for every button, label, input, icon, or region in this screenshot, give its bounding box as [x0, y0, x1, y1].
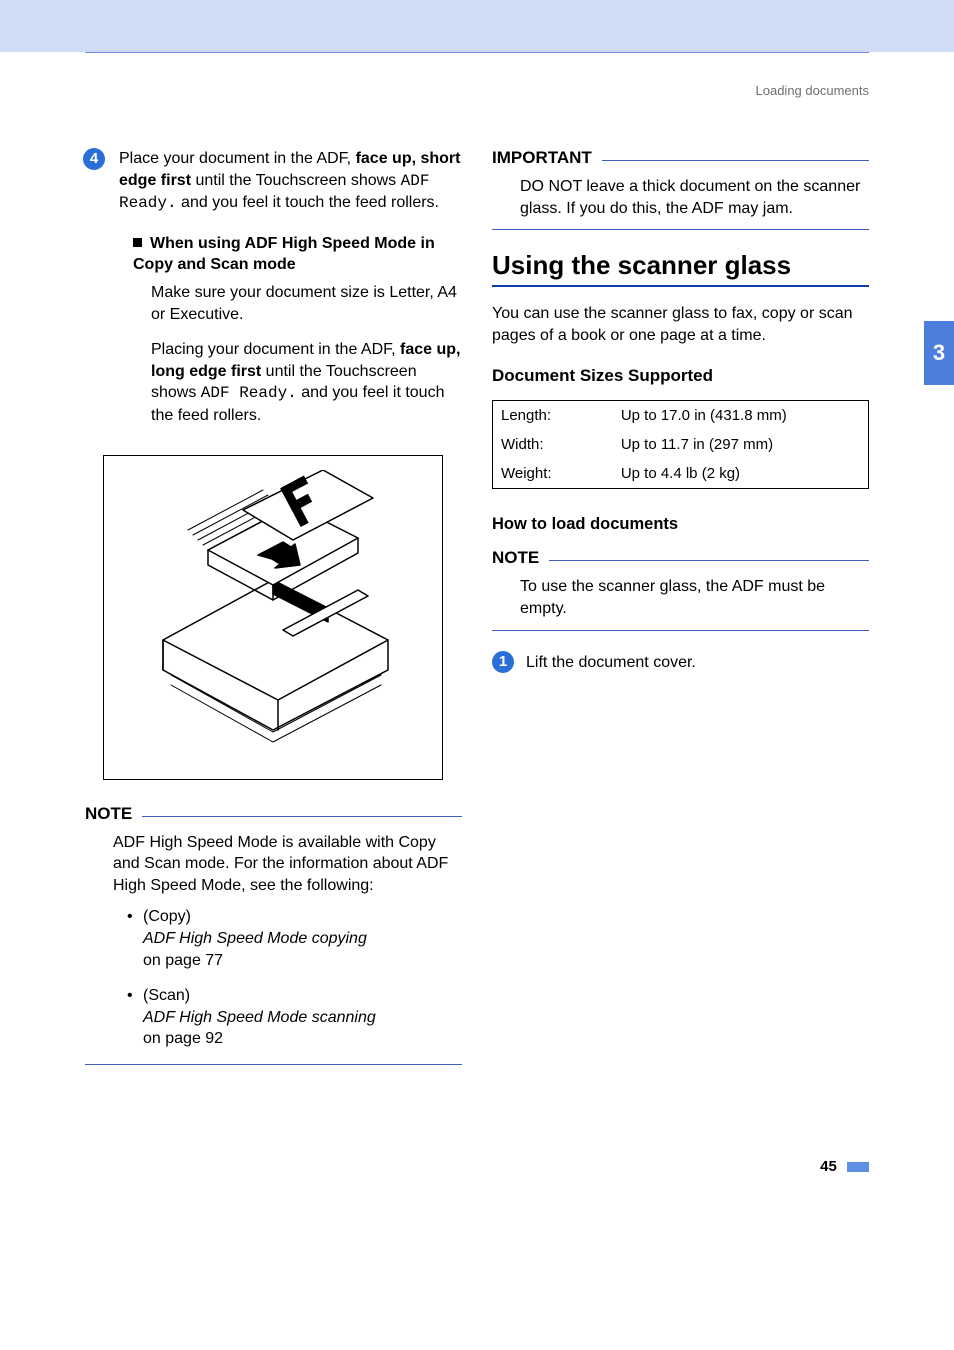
table-cell-key: Length:: [493, 401, 613, 431]
table-cell-value: Up to 17.0 in (431.8 mm): [613, 401, 869, 431]
chapter-tab: 3: [924, 321, 954, 385]
callout-rule: [85, 1064, 462, 1065]
callout-rule: [492, 229, 869, 230]
text: on page 92: [143, 1030, 223, 1047]
printer-svg-icon: [123, 470, 423, 765]
top-bar: [0, 0, 954, 52]
text-italic: ADF High Speed Mode copying: [143, 930, 367, 947]
text-mono: ADF Ready.: [201, 384, 297, 402]
page-number-tick-icon: [847, 1162, 869, 1172]
sub-heading: When using ADF High Speed Mode in Copy a…: [133, 233, 462, 276]
subsection-heading: How to load documents: [492, 515, 869, 534]
step-4-body: Place your document in the ADF, face up,…: [119, 148, 462, 427]
table-row: Weight: Up to 4.4 lb (2 kg): [493, 459, 869, 489]
text: and you feel it touch the feed rollers.: [177, 194, 439, 211]
page-content: Loading documents 4 Place your document …: [0, 53, 954, 1265]
footer: 45: [85, 1145, 869, 1205]
sub-title: When using ADF High Speed Mode in Copy a…: [133, 235, 435, 274]
callout-rule: [492, 630, 869, 631]
step-1-body: Lift the document cover.: [526, 651, 869, 674]
callout-rule: [142, 816, 462, 817]
list-item: (Copy) ADF High Speed Mode copying on pa…: [123, 906, 462, 971]
note-list: (Copy) ADF High Speed Mode copying on pa…: [123, 906, 462, 1050]
table-cell-key: Width:: [493, 430, 613, 459]
callout-rule: [602, 160, 869, 161]
step-1: 1 Lift the document cover.: [492, 651, 869, 674]
table-cell-value: Up to 4.4 lb (2 kg): [613, 459, 869, 489]
printer-illustration: [103, 455, 443, 780]
text: on page 77: [143, 952, 223, 969]
important-title: IMPORTANT: [492, 148, 592, 168]
step-number-1-icon: 1: [492, 651, 514, 673]
text: (Scan): [143, 987, 190, 1004]
text: (Copy): [143, 908, 191, 925]
important-callout: IMPORTANT DO NOT leave a thick document …: [492, 148, 869, 230]
text-italic: ADF High Speed Mode scanning: [143, 1009, 376, 1026]
note-body: ADF High Speed Mode is available with Co…: [113, 832, 462, 1050]
breadcrumb: Loading documents: [85, 53, 869, 148]
subsection-heading: Document Sizes Supported: [492, 366, 869, 386]
right-column: 3 IMPORTANT DO NOT leave a thick documen…: [492, 148, 869, 1065]
sizes-table: Length: Up to 17.0 in (431.8 mm) Width: …: [492, 400, 869, 489]
section-heading: Using the scanner glass: [492, 250, 869, 281]
important-body: DO NOT leave a thick document on the sca…: [520, 176, 869, 219]
square-bullet-icon: [133, 238, 142, 247]
callout-rule: [549, 560, 869, 561]
sub-body-2: Placing your document in the ADF, face u…: [151, 339, 462, 426]
heading-rule: [492, 285, 869, 287]
table-row: Length: Up to 17.0 in (431.8 mm): [493, 401, 869, 431]
list-item: (Scan) ADF High Speed Mode scanning on p…: [123, 985, 462, 1050]
text: until the Touchscreen shows: [191, 172, 401, 189]
section-intro: You can use the scanner glass to fax, co…: [492, 303, 869, 346]
page-number-text: 45: [820, 1158, 837, 1175]
left-column: 4 Place your document in the ADF, face u…: [85, 148, 462, 1065]
table-cell-key: Weight:: [493, 459, 613, 489]
page-number: 45: [820, 1158, 869, 1175]
note-body: To use the scanner glass, the ADF must b…: [520, 576, 869, 619]
text: Placing your document in the ADF,: [151, 341, 400, 358]
table-row: Width: Up to 11.7 in (297 mm): [493, 430, 869, 459]
note-title: NOTE: [85, 804, 132, 824]
note-callout-left: NOTE ADF High Speed Mode is available wi…: [85, 804, 462, 1065]
text: Place your document in the ADF,: [119, 150, 356, 167]
note-title: NOTE: [492, 548, 539, 568]
note-text: ADF High Speed Mode is available with Co…: [113, 832, 462, 897]
note-callout-right: NOTE To use the scanner glass, the ADF m…: [492, 548, 869, 630]
step-number-4-icon: 4: [83, 148, 105, 170]
table-cell-value: Up to 11.7 in (297 mm): [613, 430, 869, 459]
step-4: 4 Place your document in the ADF, face u…: [85, 148, 462, 427]
sub-body-1: Make sure your document size is Letter, …: [151, 282, 462, 325]
